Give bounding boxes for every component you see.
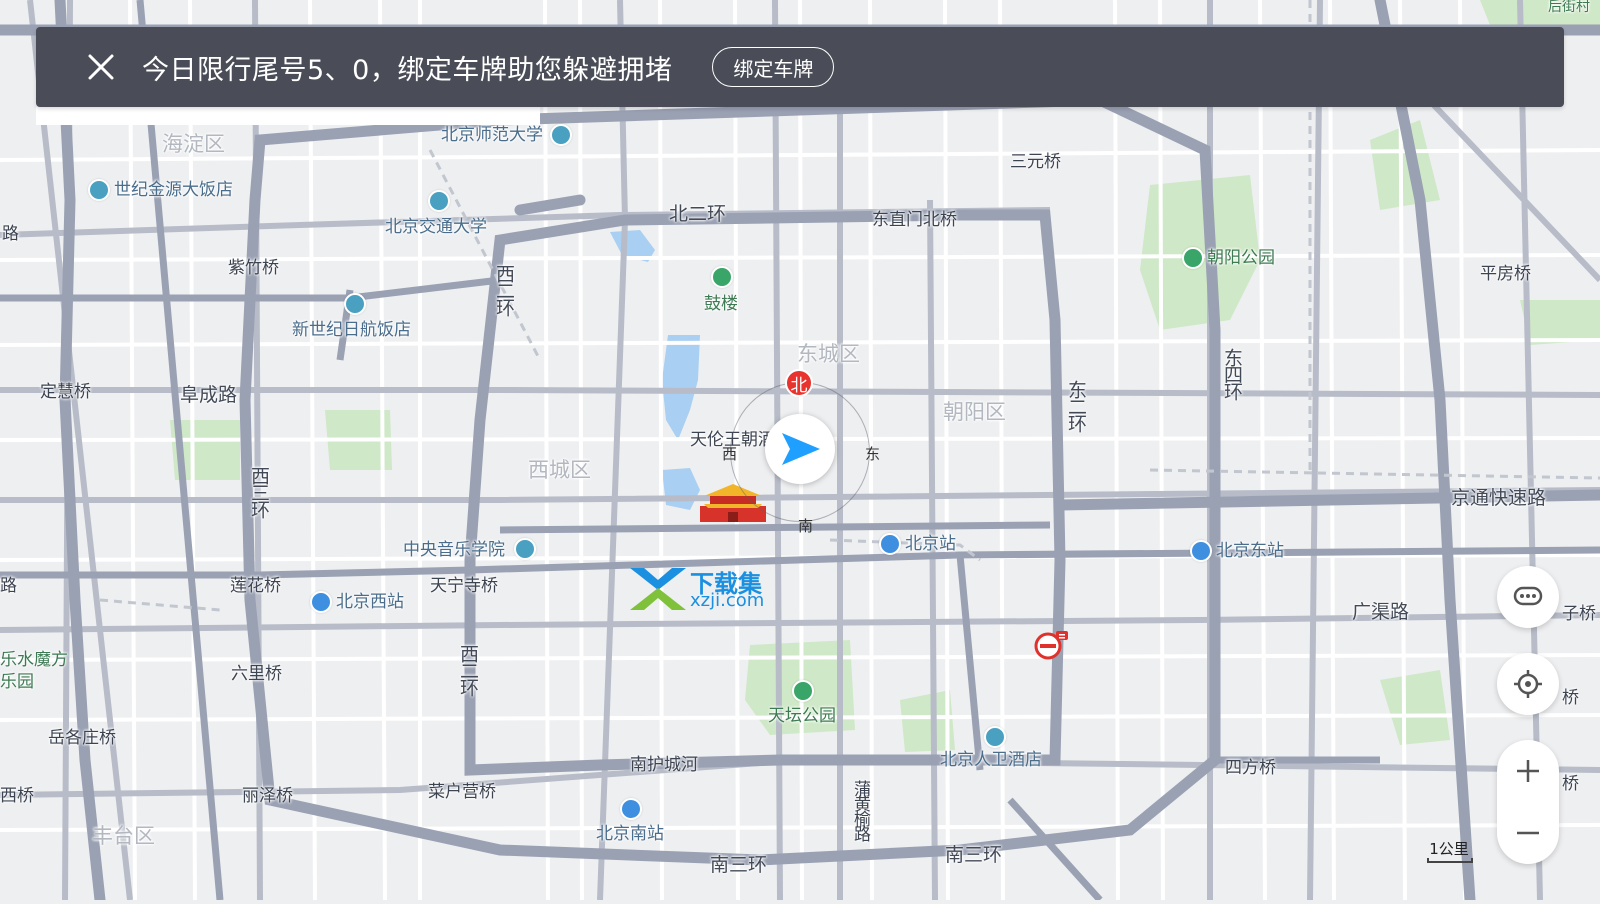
no-entry-icon[interactable]: [1034, 630, 1070, 660]
road-label: 南三环: [945, 844, 1003, 866]
poi-label[interactable]: 北京师范大学: [441, 127, 543, 144]
district-label: 海淀区: [162, 132, 225, 156]
bridge-label: 东直门北桥: [872, 210, 957, 230]
poi-label[interactable]: 鼓楼: [704, 296, 738, 313]
zoom-controls: [1497, 740, 1559, 864]
bridge-label: 桥: [1562, 688, 1579, 708]
close-icon: [88, 54, 114, 80]
district-label: 朝阳区: [943, 400, 1006, 424]
poi-label[interactable]: 天坛公园: [768, 708, 836, 725]
road-label: 广渠路: [1352, 601, 1410, 623]
road-label: 南三环: [710, 854, 768, 876]
banner-underlay: [36, 107, 540, 125]
bridge-label: 丽泽桥: [242, 786, 293, 806]
bridge-label: 三元桥: [1010, 152, 1061, 172]
bind-plate-button[interactable]: 绑定车牌: [712, 47, 835, 87]
bridge-label: 桥: [1562, 774, 1579, 794]
hotel-icon: [88, 179, 110, 201]
school-icon: [550, 124, 572, 146]
bridge-label: 六里桥: [231, 664, 282, 684]
road-label: 西二环: [457, 644, 479, 695]
poi-label[interactable]: 北京东站: [1216, 543, 1284, 560]
restriction-message: 今日限行尾号5、0，绑定车牌助您躲避拥堵: [142, 54, 673, 86]
bridge-label: 平房桥: [1480, 264, 1531, 284]
compass-west: 西: [722, 445, 738, 463]
compass-north[interactable]: 北: [785, 369, 813, 397]
bridge-label: 子桥: [1562, 604, 1596, 624]
school-icon: [514, 538, 536, 560]
road-label: 南护城河: [630, 755, 698, 775]
navigation-arrow-icon: [782, 433, 820, 465]
school-icon: [428, 190, 450, 212]
road-label: 东二环: [1065, 380, 1087, 431]
locate-icon: [1514, 670, 1542, 698]
close-button[interactable]: [84, 50, 118, 84]
district-label: 丰台区: [92, 824, 155, 848]
zoom-in-icon: [1517, 760, 1539, 782]
locate-button[interactable]: [1497, 653, 1559, 715]
zoom-out-button[interactable]: [1497, 802, 1559, 864]
zoom-in-button[interactable]: [1497, 740, 1559, 802]
road-label: 京通快速路: [1451, 487, 1547, 509]
poi-label[interactable]: 乐水魔方: [0, 652, 68, 669]
landmark-icon: [711, 266, 733, 288]
hotel-icon: [984, 726, 1006, 748]
district-label: 西城区: [528, 458, 591, 482]
poi-label[interactable]: 中央音乐学院: [403, 542, 505, 559]
bridge-label: 紫竹桥: [228, 258, 279, 278]
watermark-domain: xzji.com: [690, 590, 765, 611]
district-label: 东城区: [797, 342, 860, 366]
road-label: 阜成路: [180, 384, 238, 406]
message-button[interactable]: [1497, 566, 1559, 628]
poi-label[interactable]: 北京交通大学: [385, 219, 487, 236]
poi-label[interactable]: 北京西站: [336, 594, 404, 611]
scale-bar: [1427, 858, 1473, 863]
poi-label[interactable]: 北京南站: [596, 826, 664, 843]
zoom-out-icon: [1517, 831, 1539, 835]
compass-east: 东: [865, 445, 881, 463]
road-label: 西三环: [248, 466, 270, 517]
hotel-icon: [344, 293, 366, 315]
road-label: 北二环: [669, 203, 727, 225]
poi-label[interactable]: 北京人卫酒店: [940, 752, 1042, 769]
bridge-label: 天宁寺桥: [430, 576, 498, 596]
poi-label[interactable]: 世纪金源大饭店: [114, 182, 233, 199]
scale-label: 1公里: [1429, 840, 1469, 858]
chat-icon: [1513, 586, 1543, 606]
road-label: 蒲黄榆路: [850, 780, 870, 840]
compass-south: 南: [798, 517, 814, 535]
bridge-label: 四方桥: [1225, 758, 1276, 778]
poi-label[interactable]: 后街村: [1548, 0, 1590, 14]
bridge-label: 菜户营桥: [428, 782, 496, 802]
poi-label[interactable]: 北京站: [905, 536, 956, 553]
road-label: 东四环: [1221, 348, 1243, 399]
restriction-banner: 今日限行尾号5、0，绑定车牌助您躲避拥堵 绑定车牌: [36, 27, 1564, 107]
road-label: 西二环: [493, 264, 515, 315]
poi-label[interactable]: 新世纪日航饭店: [292, 322, 411, 339]
park-icon: [792, 680, 814, 702]
park-icon: [1182, 247, 1204, 269]
poi-label[interactable]: 乐园: [0, 674, 34, 691]
train-station-icon: [1190, 540, 1212, 562]
watermark-logo-icon: [630, 568, 686, 610]
bridge-label: 西桥: [0, 786, 34, 806]
bridge-label: 定慧桥: [40, 382, 91, 402]
road-label: 路: [2, 224, 19, 244]
train-station-icon: [620, 798, 642, 820]
bridge-label: 岳各庄桥: [48, 728, 116, 748]
current-location[interactable]: [765, 414, 835, 484]
train-station-icon: [310, 591, 332, 613]
bridge-label: 莲花桥: [230, 576, 281, 596]
poi-label[interactable]: 朝阳公园: [1207, 250, 1275, 267]
train-station-icon: [879, 533, 901, 555]
road-label: 路: [0, 576, 17, 596]
